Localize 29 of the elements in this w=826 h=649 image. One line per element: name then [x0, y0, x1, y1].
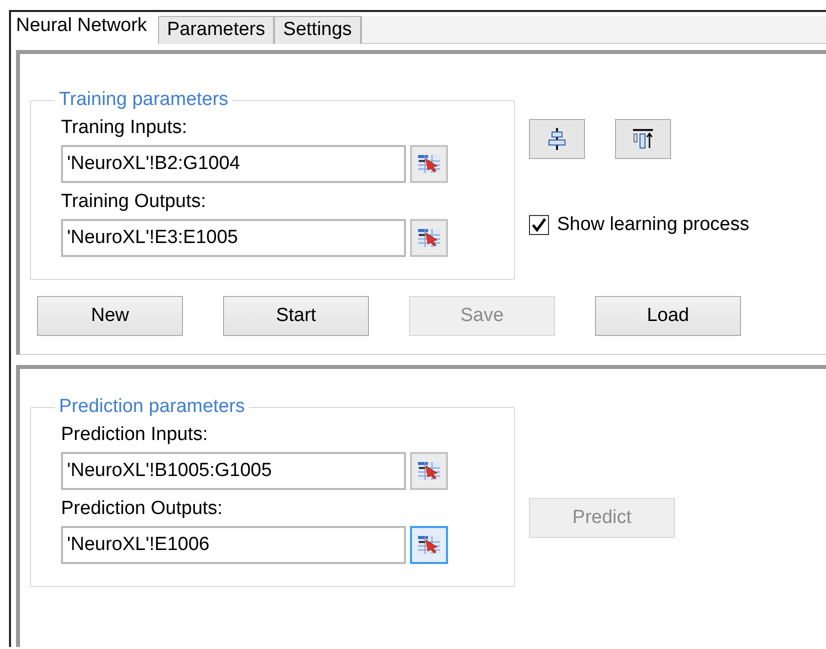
range-picker-button[interactable] [410, 219, 448, 257]
align-top-icon [632, 128, 654, 150]
range-field[interactable]: 'NeuroXL'!B2:G1004 [61, 145, 406, 183]
range-field[interactable]: 'NeuroXL'!E1006 [61, 526, 406, 564]
align-center-icon [547, 127, 567, 151]
align-top-button[interactable] [615, 119, 671, 159]
field-label: Prediction Inputs: [61, 424, 208, 446]
range-picker-icon [417, 153, 441, 175]
group-title: Training parameters [58, 89, 230, 111]
tab[interactable]: Parameters [158, 16, 274, 44]
action-button[interactable]: New [37, 296, 183, 336]
range-picker-button[interactable] [410, 452, 448, 490]
range-picker-icon [417, 460, 441, 482]
checkbox[interactable] [529, 215, 549, 235]
range-picker-button[interactable] [410, 526, 448, 564]
range-picker-icon [417, 534, 441, 556]
range-picker-button[interactable] [410, 145, 448, 183]
align-center-button[interactable] [529, 119, 585, 159]
range-field[interactable]: 'NeuroXL'!E3:E1005 [61, 219, 406, 257]
field-label: Training Outputs: [61, 191, 206, 213]
action-button[interactable]: Start [223, 296, 369, 336]
group-title: Prediction parameters [58, 396, 246, 418]
action-button[interactable]: Load [595, 296, 741, 336]
field-label: Traning Inputs: [61, 117, 188, 139]
checkbox-label: Show learning process [557, 214, 750, 236]
range-picker-icon [417, 227, 441, 249]
tab[interactable]: Settings [274, 16, 361, 44]
field-label: Prediction Outputs: [61, 498, 223, 520]
range-field[interactable]: 'NeuroXL'!B1005:G1005 [61, 452, 406, 490]
